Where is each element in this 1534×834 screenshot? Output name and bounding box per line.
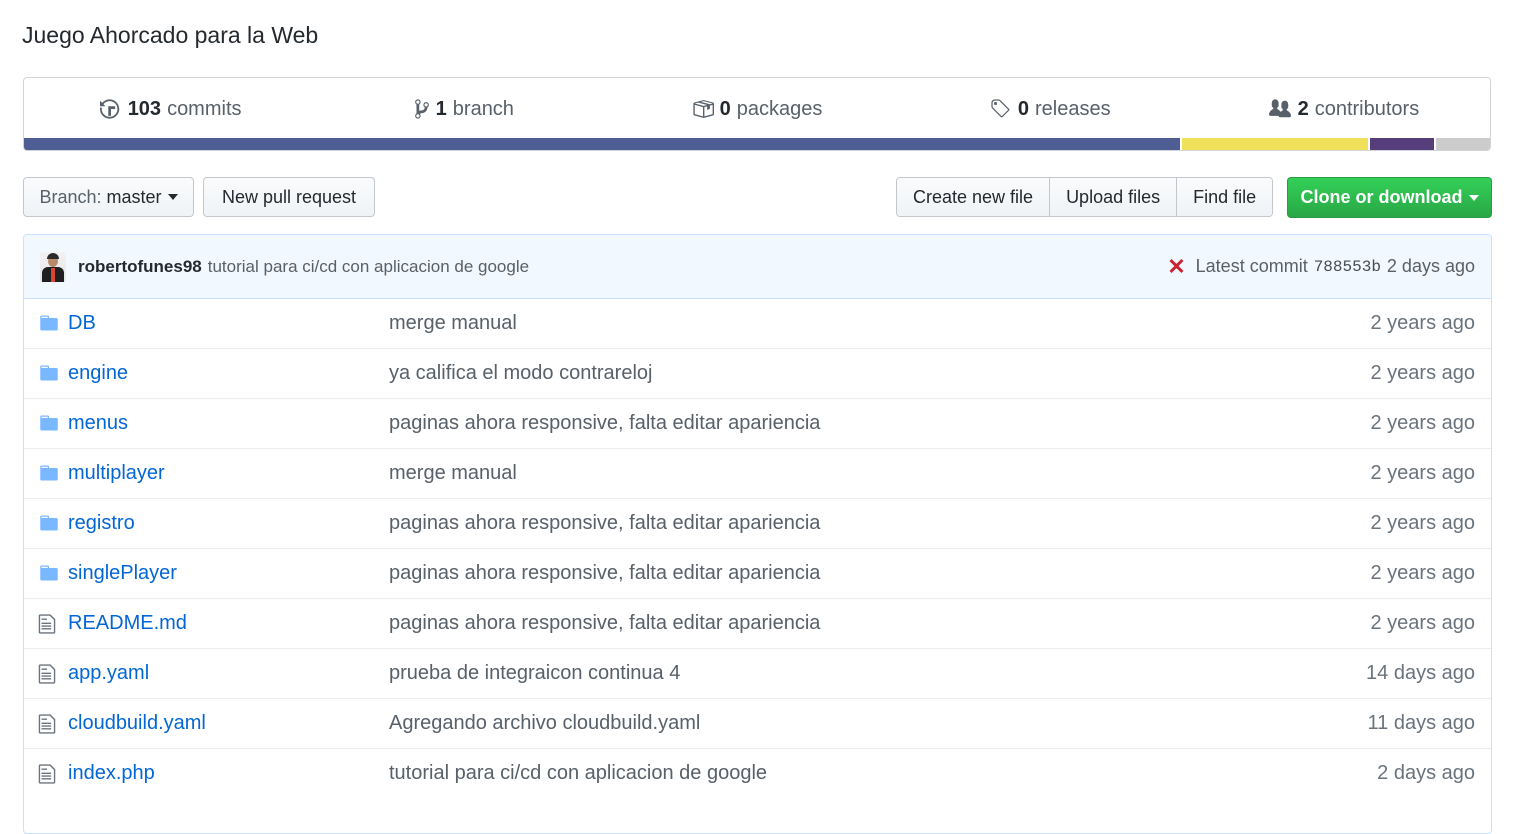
file-commit-message[interactable]: paginas ahora responsive, falta editar a… bbox=[389, 562, 820, 585]
file-commit-age: 11 days ago bbox=[1367, 712, 1476, 734]
file-row: cloudbuild.yaml Agregando archivo cloudbu… bbox=[24, 698, 1491, 748]
file-row: menus paginas ahora responsive, falta edi… bbox=[24, 398, 1491, 448]
folder-icon bbox=[38, 413, 60, 439]
language-segment[interactable] bbox=[1180, 138, 1368, 150]
file-commit-age: 2 years ago bbox=[1370, 312, 1475, 334]
folder-icon bbox=[38, 513, 60, 539]
file-icon bbox=[38, 613, 56, 641]
file-commit-age: 2 days ago bbox=[1377, 762, 1475, 784]
file-row: multiplayer merge manual 2 years ago bbox=[24, 448, 1491, 498]
commits-count: 103 bbox=[127, 97, 162, 120]
file-row: registro paginas ahora responsive, falta … bbox=[24, 498, 1491, 548]
new-pull-request-button[interactable]: New pull request bbox=[203, 177, 375, 217]
file-name-link[interactable]: index.php bbox=[68, 762, 155, 785]
file-commit-message[interactable]: tutorial para ci/cd con aplicacion de go… bbox=[389, 762, 767, 785]
contributors-count: 2 bbox=[1297, 97, 1309, 120]
packages-count: 0 bbox=[719, 97, 731, 120]
file-row: app.yaml prueba de integraicon continua 4… bbox=[24, 648, 1491, 698]
repo-description: Juego Ahorcado para la Web bbox=[22, 22, 319, 48]
commits-link[interactable]: 103 commits bbox=[24, 78, 317, 140]
package-icon bbox=[693, 100, 714, 118]
releases-label: releases bbox=[1034, 97, 1111, 120]
releases-count: 0 bbox=[1017, 97, 1029, 120]
language-segment[interactable] bbox=[24, 138, 1181, 150]
language-segment[interactable] bbox=[1433, 138, 1490, 150]
file-row: DB merge manual 2 years ago bbox=[24, 299, 1491, 348]
file-name-link[interactable]: README.md bbox=[68, 612, 187, 635]
folder-icon bbox=[38, 363, 60, 389]
clone-or-download-button[interactable]: Clone or download bbox=[1287, 177, 1492, 218]
language-segment[interactable] bbox=[1367, 138, 1434, 150]
branch-select-button[interactable]: Branch: master bbox=[23, 177, 194, 217]
file-commit-age: 2 years ago bbox=[1370, 612, 1475, 634]
find-file-button[interactable]: Find file bbox=[1176, 178, 1273, 216]
latest-commit-bar: robertofunes98 tutorial para ci/cd con a… bbox=[24, 235, 1491, 299]
file-name-link[interactable]: multiplayer bbox=[68, 462, 165, 485]
commit-author[interactable]: robertofunes98 bbox=[78, 257, 202, 277]
file-row: README.md paginas ahora responsive, falta… bbox=[24, 598, 1491, 648]
file-commit-message[interactable]: paginas ahora responsive, falta editar a… bbox=[389, 412, 820, 435]
file-commit-age: 14 days ago bbox=[1366, 662, 1475, 684]
latest-commit-label: Latest commit bbox=[1195, 256, 1308, 276]
file-row: engine ya califica el modo contrareloj 2 y… bbox=[24, 348, 1491, 398]
file-name-link[interactable]: cloudbuild.yaml bbox=[68, 712, 206, 735]
history-icon bbox=[99, 99, 119, 119]
commit-age: 2 days ago bbox=[1386, 256, 1475, 276]
file-commit-message[interactable]: Agregando archivo cloudbuild.yaml bbox=[389, 712, 700, 735]
contributors-label: contributors bbox=[1314, 97, 1420, 120]
contributors-link[interactable]: 2 contributors bbox=[1197, 78, 1490, 140]
file-icon bbox=[38, 713, 56, 741]
commit-sha[interactable]: 788553b bbox=[1314, 258, 1381, 276]
file-name-link[interactable]: app.yaml bbox=[68, 662, 149, 685]
git-branch-icon bbox=[414, 99, 429, 119]
file-commit-age: 2 years ago bbox=[1370, 462, 1475, 484]
file-name-link[interactable]: DB bbox=[68, 312, 96, 335]
file-name-link[interactable]: engine bbox=[68, 362, 128, 385]
file-commit-message[interactable]: prueba de integraicon continua 4 bbox=[389, 662, 680, 685]
file-name-link[interactable]: menus bbox=[68, 412, 128, 435]
folder-icon bbox=[38, 463, 60, 489]
commit-message[interactable]: tutorial para ci/cd con aplicacion de go… bbox=[208, 257, 529, 277]
branch-count: 1 bbox=[435, 97, 447, 120]
file-listing: robertofunes98 tutorial para ci/cd con a… bbox=[23, 234, 1492, 834]
repo-summary: 103 commits 1 branch 0 packages 0 releas… bbox=[23, 77, 1491, 151]
file-commit-age: 2 years ago bbox=[1370, 562, 1475, 584]
file-commit-message[interactable]: ya califica el modo contrareloj bbox=[389, 362, 652, 385]
releases-link[interactable]: 0 releases bbox=[904, 78, 1197, 140]
x-icon[interactable]: ✕ bbox=[1167, 254, 1185, 280]
folder-icon bbox=[38, 563, 60, 589]
branch-label: branch bbox=[452, 97, 514, 120]
file-name-link[interactable]: registro bbox=[68, 512, 135, 535]
file-commit-message[interactable]: paginas ahora responsive, falta editar a… bbox=[389, 612, 820, 635]
caret-down-icon bbox=[1468, 194, 1479, 201]
tag-icon bbox=[991, 99, 1010, 118]
file-commit-message[interactable]: merge manual bbox=[389, 312, 517, 335]
packages-link[interactable]: 0 packages bbox=[610, 78, 903, 140]
branch-name: master bbox=[106, 186, 162, 207]
file-row: singlePlayer paginas ahora responsive, fa… bbox=[24, 548, 1491, 598]
file-commit-age: 2 years ago bbox=[1370, 512, 1475, 534]
create-new-file-button[interactable]: Create new file bbox=[897, 178, 1050, 216]
upload-files-button[interactable]: Upload files bbox=[1049, 178, 1177, 216]
file-actions-group: Create new file Upload files Find file bbox=[896, 177, 1274, 217]
packages-label: packages bbox=[736, 97, 823, 120]
file-name-link[interactable]: singlePlayer bbox=[68, 562, 177, 585]
commits-label: commits bbox=[167, 97, 242, 120]
people-icon bbox=[1268, 99, 1291, 118]
branches-link[interactable]: 1 branch bbox=[317, 78, 610, 140]
language-bar[interactable] bbox=[24, 138, 1490, 150]
caret-down-icon bbox=[167, 194, 178, 200]
file-row: index.php tutorial para ci/cd con aplicac… bbox=[24, 748, 1491, 798]
file-icon bbox=[38, 663, 56, 691]
folder-icon bbox=[38, 313, 60, 339]
file-commit-age: 2 years ago bbox=[1370, 412, 1475, 434]
avatar[interactable] bbox=[40, 251, 66, 282]
latest-commit-info: ✕ Latest commit 788553b 2 days ago bbox=[1167, 254, 1475, 280]
file-icon bbox=[38, 763, 56, 791]
clone-label: Clone or download bbox=[1300, 187, 1463, 207]
file-commit-age: 2 years ago bbox=[1370, 362, 1475, 384]
branch-prefix: Branch: bbox=[39, 186, 102, 207]
file-commit-message[interactable]: merge manual bbox=[389, 462, 517, 485]
file-commit-message[interactable]: paginas ahora responsive, falta editar a… bbox=[389, 512, 820, 535]
